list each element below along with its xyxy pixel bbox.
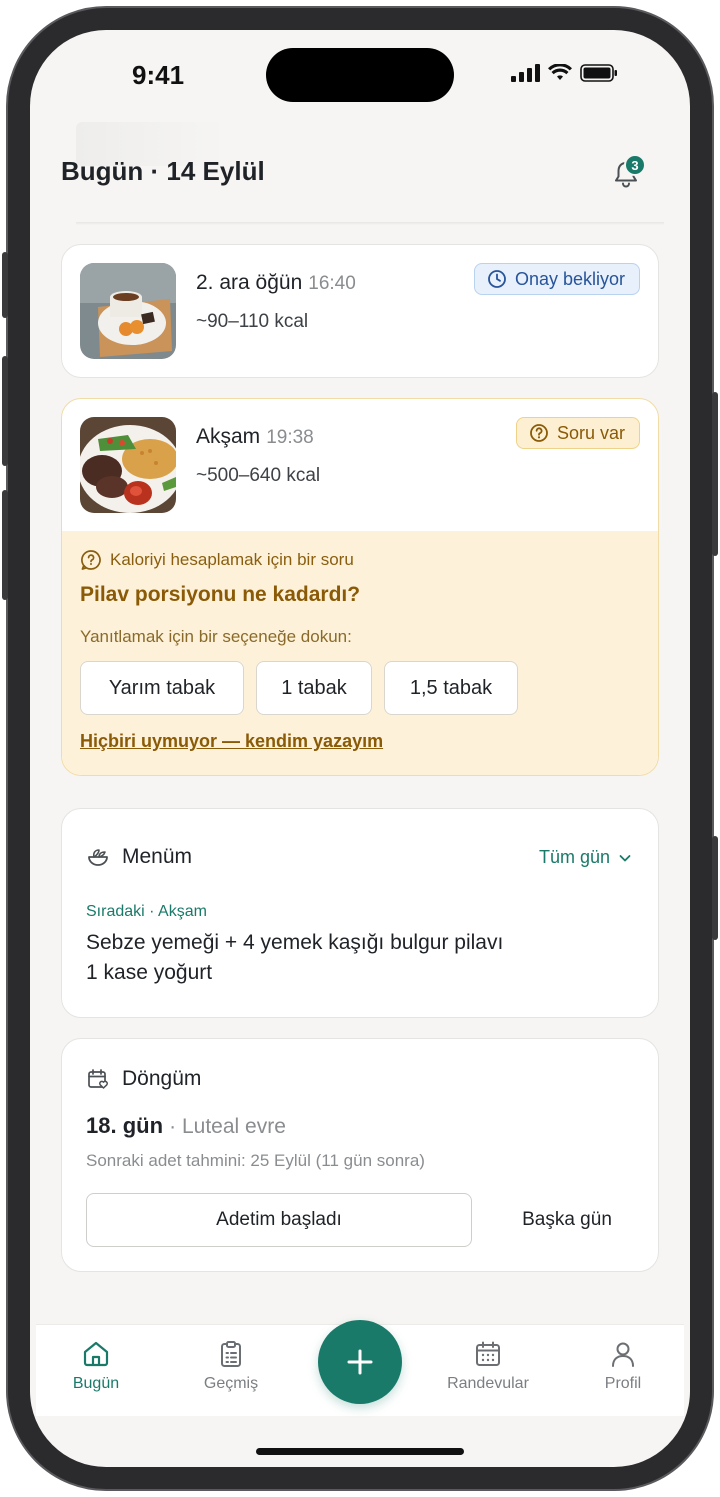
- status-time: 9:41: [132, 60, 185, 90]
- menu-title: Menüm: [122, 845, 193, 868]
- tab-history[interactable]: Geçmiş: [176, 1339, 286, 1393]
- meal-photo-dinner: [80, 417, 176, 513]
- meal-card-snack[interactable]: 2. ara öğün 16:40 ~90–110 kcal Onay bekli…: [61, 244, 659, 378]
- cycle-day: 18. gün · Luteal evre: [86, 1113, 286, 1139]
- meal-title: Akşam: [196, 425, 261, 448]
- tab-today[interactable]: Bugün: [41, 1339, 151, 1393]
- menu-filter-dropdown[interactable]: Tüm gün: [539, 847, 632, 868]
- option-one-plate[interactable]: 1 tabak: [256, 661, 372, 715]
- cycle-phase: · Luteal evre: [169, 1115, 286, 1138]
- option-one-and-half-plate[interactable]: 1,5 tabak: [384, 661, 518, 715]
- next-meal-label: Sıradaki · Akşam: [86, 903, 207, 920]
- notification-badge: 3: [624, 154, 646, 176]
- home-icon: [83, 1341, 109, 1367]
- question-circle-icon: [530, 424, 548, 442]
- clipboard-icon: [221, 1341, 241, 1367]
- meal-title: 2. ara öğün: [196, 271, 303, 294]
- screen: 9:41 Bugün · 14 Eylül 3 2. ara öğün 16:4…: [30, 30, 690, 1467]
- cycle-day-value: 18. gün: [86, 1113, 164, 1138]
- meal-photo-coffee: [80, 263, 176, 359]
- meal-name: 2. ara öğün 16:40: [196, 271, 356, 295]
- chevron-down-icon: [619, 854, 631, 861]
- tab-label: Profil: [604, 1375, 642, 1392]
- dynamic-island: [266, 48, 454, 102]
- power-button: [712, 392, 718, 556]
- calendar-icon: [476, 1341, 500, 1366]
- wifi-icon: [548, 64, 572, 80]
- add-meal-button[interactable]: [318, 1320, 402, 1404]
- page-title: Bugün · 14 Eylül: [61, 156, 265, 186]
- volume-down-button: [2, 490, 8, 600]
- clock-icon: [488, 270, 506, 288]
- camera-control-button: [712, 836, 718, 940]
- signal-icon: [511, 64, 540, 82]
- status-badge-label: Soru var: [556, 422, 625, 443]
- status-badge-pending: Onay bekliyor: [473, 263, 640, 295]
- cycle-card: Döngüm 18. gün · Luteal evre Sonraki ade…: [61, 1038, 659, 1272]
- menu-filter-label: Tüm gün: [538, 847, 610, 867]
- question-bubble-icon: [81, 550, 101, 570]
- menu-line: Sebze yemeği + 4 yemek kaşığı bulgur pil…: [86, 931, 504, 954]
- menu-card: Menüm Tüm gün Sıradaki · Akşam Sebze yem…: [61, 808, 659, 1018]
- volume-up-button: [2, 356, 8, 466]
- action-button: [2, 252, 8, 318]
- tab-label: Randevular: [447, 1375, 529, 1392]
- plus-icon: [347, 1349, 373, 1375]
- question-instruction: Yanıtlamak için bir seçeneğe dokun:: [80, 627, 352, 646]
- cycle-title: Döngüm: [122, 1067, 202, 1090]
- header-divider: [76, 222, 664, 225]
- menu-header: Menüm: [86, 845, 192, 869]
- menu-line: 1 kase yoğurt: [86, 961, 213, 984]
- salad-bowl-icon: [88, 849, 108, 866]
- user-icon: [612, 1342, 634, 1367]
- question-hint: Kaloriyi hesaplamak için bir soru: [80, 549, 354, 571]
- status-badge-question: Soru var: [515, 417, 640, 449]
- calendar-heart-icon: [88, 1069, 108, 1089]
- question-hint-label: Kaloriyi hesaplamak için bir soru: [110, 550, 354, 569]
- meal-card-dinner[interactable]: Akşam 19:38 ~500–640 kcal Soru var Kalori…: [61, 398, 659, 776]
- tab-profile[interactable]: Profil: [568, 1339, 678, 1393]
- meal-name: Akşam 19:38: [196, 425, 314, 449]
- tab-label: Geçmiş: [203, 1375, 259, 1392]
- portion-question: Kaloriyi hesaplamak için bir soru Pilav …: [62, 531, 658, 775]
- meal-kcal: ~500–640 kcal: [196, 465, 321, 486]
- meal-kcal: ~90–110 kcal: [196, 311, 309, 332]
- question-title: Pilav porsiyonu ne kadardı?: [80, 583, 361, 606]
- other-day-button[interactable]: Başka gün: [492, 1193, 642, 1247]
- option-half-plate[interactable]: Yarım tabak: [80, 661, 244, 715]
- home-indicator: [256, 1448, 464, 1455]
- custom-answer-link[interactable]: Hiçbiri uymuyor — kendim yazayım: [80, 731, 383, 752]
- next-period-estimate: Sonraki adet tahmini: 25 Eylül (11 gün s…: [86, 1151, 425, 1170]
- battery-icon: [580, 64, 617, 82]
- tab-label: Bugün: [72, 1375, 120, 1392]
- period-started-button[interactable]: Adetim başladı: [86, 1193, 472, 1247]
- tab-appointments[interactable]: Randevular: [433, 1339, 543, 1393]
- status-icons: [511, 64, 618, 82]
- cycle-header: Döngüm: [86, 1067, 201, 1091]
- status-badge-label: Onay bekliyor: [514, 268, 625, 289]
- meal-time: 16:40: [308, 273, 356, 294]
- meal-time: 19:38: [266, 427, 314, 448]
